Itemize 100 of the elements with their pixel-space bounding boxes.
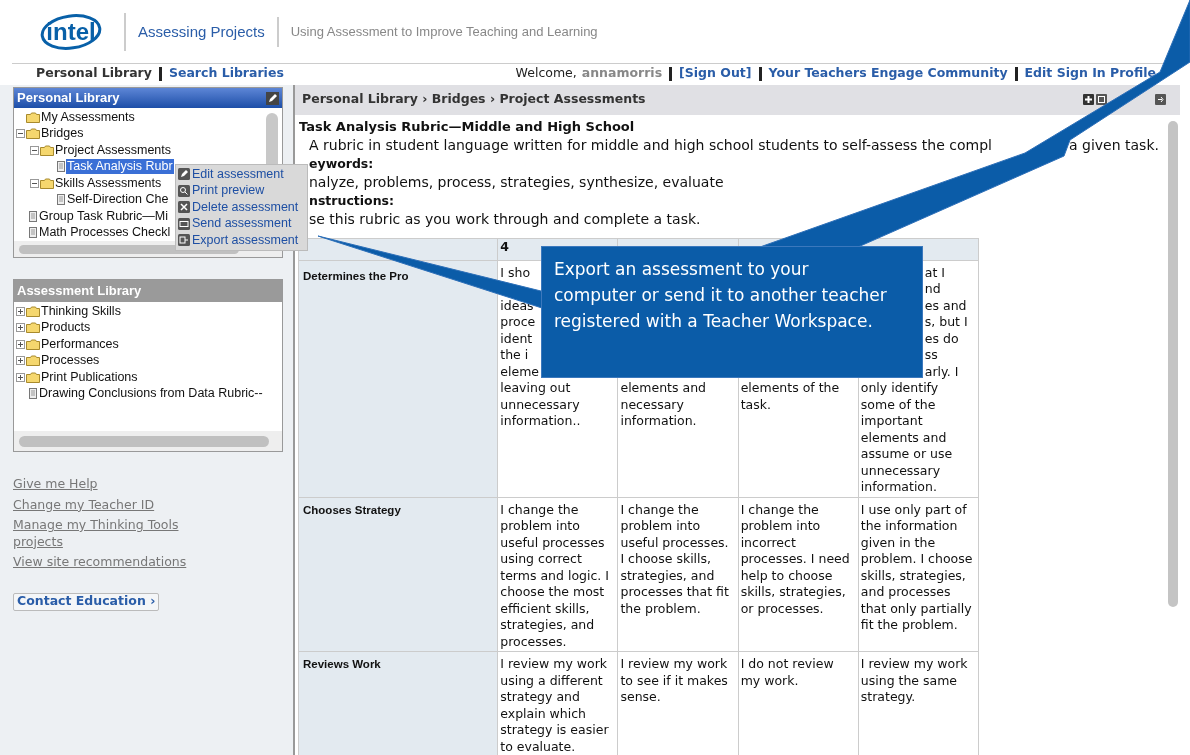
expand-icon[interactable] [16, 356, 25, 366]
document-icon [29, 388, 37, 400]
nav-tab[interactable]: Search Libraries [168, 64, 284, 83]
tree-item[interactable]: Drawing Conclusions from Data Rubric-- [38, 386, 264, 402]
cell-text: information. [620, 413, 697, 430]
magnifier-icon [178, 184, 190, 197]
tree-item[interactable]: Thinking Skills [40, 303, 122, 319]
scrollbar[interactable] [19, 435, 269, 447]
cell-text: I change the problem into useful processes using correct terms and logic. I choose the most efficient skills, strategies, and processes. [500, 501, 610, 650]
panel-title: Assessment Library [17, 282, 142, 301]
description-text: a given task. [1069, 136, 1159, 155]
cell-text: I review my work using a different strategy and explain which strategy is easier to evaluate. [500, 656, 610, 755]
side-link[interactable]: Give me Help [13, 476, 203, 493]
expand-icon[interactable] [16, 339, 25, 349]
cell-text: unnecessary [500, 396, 580, 413]
cell-text: the i [500, 347, 529, 364]
folder-icon [26, 371, 40, 383]
folder-icon [40, 177, 54, 189]
cell-text: es and [924, 297, 967, 314]
column-header: 4 [500, 238, 509, 254]
folder-icon [40, 144, 54, 156]
window-icon[interactable] [1096, 94, 1107, 106]
row-header: Determines the Pro [303, 268, 410, 284]
nav-tab[interactable]: Personal Library [36, 64, 152, 83]
keywords-label: eywords: [308, 154, 375, 173]
folder-icon [26, 338, 40, 350]
nav-link[interactable]: Your Teachers Engage Community [768, 64, 1008, 83]
contact-button[interactable]: Contact Education › [13, 592, 160, 611]
cell-text: nd [924, 281, 941, 298]
expand-icon[interactable] [16, 306, 25, 316]
cell-text: I sho [500, 264, 531, 281]
collapse-icon[interactable] [30, 178, 39, 188]
tree-item[interactable]: Print Publications [40, 369, 139, 385]
collapse-icon[interactable] [16, 129, 25, 139]
tree-item[interactable]: Task Analysis Rubr [66, 159, 174, 175]
collapse-icon[interactable] [30, 145, 39, 155]
tree-item[interactable]: Products [40, 320, 92, 336]
folder-icon [26, 111, 40, 123]
export-icon[interactable] [1155, 94, 1166, 106]
plus-icon[interactable] [1083, 94, 1094, 106]
folder-icon [26, 128, 40, 140]
cell-text: eleme [500, 363, 539, 380]
nav-link[interactable]: [Sign Out] [679, 64, 752, 83]
site-title[interactable]: Assessing Projects [138, 20, 265, 44]
tree-item[interactable]: Group Task Rubric—Mi [38, 208, 169, 224]
expand-icon[interactable] [16, 372, 25, 382]
row-header: Reviews Work [303, 657, 382, 672]
cell-text: I review my work using the same strategy. [860, 656, 969, 706]
cell-text: elements and [860, 429, 947, 446]
panel-title: Personal Library [17, 89, 120, 108]
welcome-text: Welcome, [515, 64, 577, 83]
cell-text: task. [740, 396, 771, 413]
cell-text: ident [500, 330, 533, 347]
cell-text: ideas [500, 297, 534, 314]
tree-item[interactable]: Processes [40, 353, 101, 369]
tree-item[interactable]: Bridges [40, 126, 85, 142]
cell-text: only identify [860, 380, 939, 397]
rubric-title: Task Analysis Rubric—Middle and High School [299, 117, 636, 136]
tree-item[interactable]: Performances [40, 336, 120, 352]
cell-text: s, but I [924, 314, 968, 331]
menu-item[interactable]: Edit assessment [192, 164, 284, 184]
folder-icon [26, 322, 40, 334]
cell-text: important [860, 413, 923, 430]
description-text: A rubric in student language written for middle and high school students to self-assess the compl [309, 136, 993, 155]
side-link[interactable]: Change my Teacher ID [13, 496, 203, 513]
cell-text: I review my work to see if it makes sense. [620, 656, 729, 706]
expand-icon[interactable] [16, 323, 25, 333]
instructions-label: nstructions: [308, 191, 395, 210]
nav-link[interactable]: Edit Sign In Profile [1024, 64, 1156, 83]
cell-text: I change the problem into incorrect processes. I need help to choose skills, strategies, or processes. [740, 501, 851, 617]
cell-text: at I [924, 264, 946, 281]
cell-text: I use only part of the information given in the problem. I choose skills, strategies, and processes that only partially fit the problem. [860, 501, 974, 634]
cell-text: information. [860, 479, 937, 496]
user-name: annamorris [581, 64, 663, 83]
cell-text: information.. [500, 413, 581, 430]
export-icon [178, 234, 190, 247]
cell-text: leaving out [500, 380, 571, 397]
site-tagline: Using Assessment to Improve Teaching and Learning [290, 23, 598, 42]
tree-item[interactable]: Skills Assessments [54, 175, 163, 191]
document-icon [29, 210, 37, 222]
tree-item[interactable]: My Assessments [40, 109, 136, 125]
cell-text: necessary [620, 396, 684, 413]
cell-text: ss [924, 347, 938, 364]
pencil-icon[interactable] [266, 91, 279, 105]
side-link[interactable]: Manage my Thinking Tools projects [13, 517, 203, 550]
document-icon [57, 161, 65, 173]
cell-text: I do not review my work. [740, 656, 835, 689]
side-link[interactable]: View site recommendations [13, 554, 203, 571]
cell-text: elements of the [740, 380, 840, 397]
document-icon [57, 194, 65, 206]
intel-logo: intel [40, 13, 102, 51]
tree-item[interactable]: Self-Direction Che [66, 192, 170, 208]
envelope-icon [178, 217, 190, 230]
tree-item[interactable]: Math Processes Checkl [38, 225, 172, 241]
cell-text: elements and [620, 380, 706, 397]
scrollbar[interactable] [1168, 121, 1178, 607]
tree-item[interactable]: Project Assessments [54, 142, 172, 158]
folder-icon [26, 305, 40, 317]
row-header: Chooses Strategy [303, 502, 402, 518]
cell-text: some of the [860, 396, 936, 413]
